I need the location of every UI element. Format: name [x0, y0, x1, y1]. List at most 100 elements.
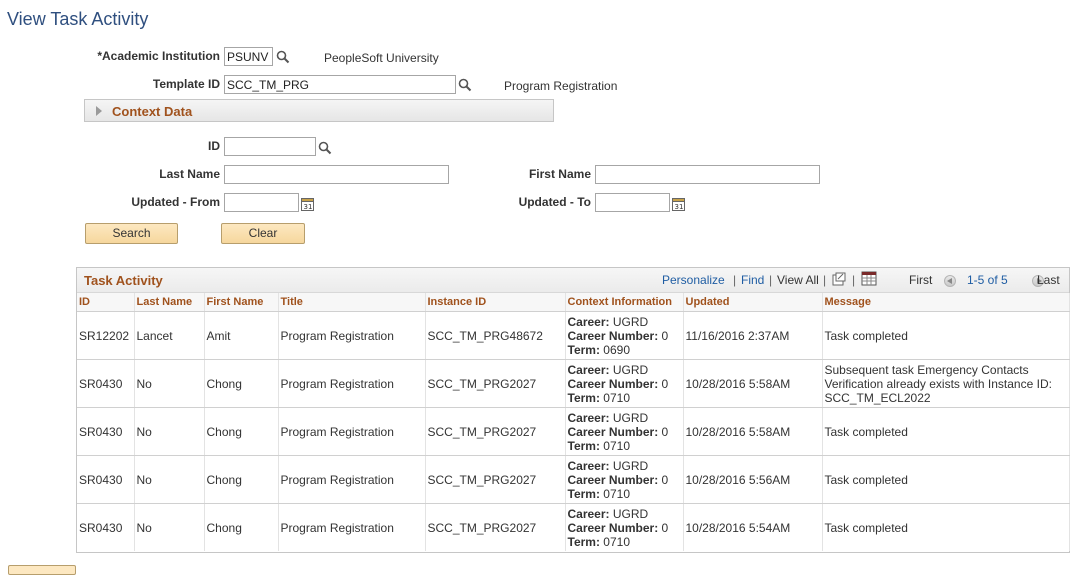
- career-value: UGRD: [612, 410, 649, 425]
- first-page-link[interactable]: First: [909, 273, 932, 287]
- bottom-button-partial[interactable]: [8, 565, 76, 575]
- career-label: Career:: [567, 458, 610, 473]
- cell-instance-id-link[interactable]: SCC_TM_PRG2027: [425, 407, 566, 456]
- career-value: UGRD: [612, 458, 649, 473]
- clear-button[interactable]: Clear: [221, 223, 305, 244]
- academic-institution-label: *Academic Institution: [97, 49, 220, 63]
- last-name-input[interactable]: [224, 165, 449, 184]
- cell-last-name: No: [134, 455, 205, 504]
- cell-id: SR0430: [77, 359, 135, 408]
- cell-id: SR0430: [77, 455, 135, 504]
- row-range: 1-5 of 5: [967, 273, 1008, 287]
- updated-to-calendar-icon[interactable]: 31: [672, 197, 685, 211]
- page-title: View Task Activity: [7, 9, 149, 29]
- career-number-value: 0: [661, 328, 669, 343]
- search-button[interactable]: Search: [85, 223, 178, 244]
- column-header-last-name[interactable]: Last Name: [134, 293, 205, 312]
- updated-to-input[interactable]: [595, 193, 670, 212]
- cell-instance-id-link[interactable]: SCC_TM_PRG2027: [425, 359, 566, 408]
- id-label: ID: [208, 139, 220, 153]
- career-number-label: Career Number:: [567, 376, 659, 391]
- cell-first-name: Chong: [204, 407, 279, 456]
- template-id-lookup-icon[interactable]: [458, 78, 472, 92]
- download-spreadsheet-icon[interactable]: [861, 271, 877, 286]
- cell-title-link[interactable]: Program Registration: [278, 311, 426, 360]
- table-row: SR0430 No Chong Program Registration SCC…: [77, 359, 1070, 408]
- term-value: 0710: [603, 438, 630, 453]
- career-number-value: 0: [661, 424, 669, 439]
- term-label: Term:: [567, 438, 600, 453]
- term-value: 0690: [603, 342, 630, 357]
- template-id-input[interactable]: SCC_TM_PRG: [224, 75, 456, 94]
- context-data-section-toggle[interactable]: Context Data: [84, 99, 554, 122]
- template-id-description: Program Registration: [504, 79, 618, 93]
- separator: |: [769, 273, 773, 287]
- id-input[interactable]: [224, 137, 316, 156]
- cell-context-information: Career: UGRD Career Number: 0 Term: 0710: [565, 455, 684, 504]
- updated-from-label: Updated - From: [131, 195, 220, 209]
- table-row: SR0430 No Chong Program Registration SCC…: [77, 503, 1070, 551]
- cell-message: Task completed: [822, 407, 1070, 456]
- cell-context-information: Career: UGRD Career Number: 0 Term: 0690: [565, 311, 684, 360]
- grid-title: Task Activity: [84, 273, 163, 288]
- column-header-message[interactable]: Message: [822, 293, 1070, 312]
- task-activity-grid: Task Activity Personalize | Find | View …: [76, 267, 1070, 553]
- cell-last-name: No: [134, 503, 205, 551]
- template-id-label: Template ID: [152, 77, 220, 91]
- academic-institution-lookup-icon[interactable]: [276, 50, 290, 64]
- cell-updated: 11/16/2016 2:37AM: [683, 311, 823, 360]
- id-lookup-icon[interactable]: [318, 141, 332, 155]
- personalize-link[interactable]: Personalize: [662, 273, 725, 287]
- career-number-label: Career Number:: [567, 472, 659, 487]
- new-window-icon[interactable]: [832, 272, 846, 286]
- career-number-label: Career Number:: [567, 520, 659, 535]
- updated-from-input[interactable]: [224, 193, 299, 212]
- career-value: UGRD: [612, 314, 649, 329]
- cell-title-link[interactable]: Program Registration: [278, 455, 426, 504]
- cell-first-name: Chong: [204, 359, 279, 408]
- expand-triangle-icon: [96, 106, 102, 116]
- table-header-row: ID Last Name First Name Title Instance I…: [77, 293, 1070, 312]
- cell-instance-id-link[interactable]: SCC_TM_PRG48672: [425, 311, 566, 360]
- table-row: SR0430 No Chong Program Registration SCC…: [77, 407, 1070, 456]
- updated-from-calendar-icon[interactable]: 31: [301, 197, 314, 211]
- table-row: SR0430 No Chong Program Registration SCC…: [77, 455, 1070, 504]
- last-page-link[interactable]: Last: [1037, 273, 1060, 287]
- cell-last-name: No: [134, 359, 205, 408]
- cell-context-information: Career: UGRD Career Number: 0 Term: 0710: [565, 407, 684, 456]
- cell-first-name: Chong: [204, 503, 279, 551]
- column-header-title[interactable]: Title: [278, 293, 426, 312]
- previous-page-icon[interactable]: [944, 274, 956, 287]
- term-label: Term:: [567, 534, 600, 549]
- career-number-value: 0: [661, 376, 669, 391]
- career-number-label: Career Number:: [567, 328, 659, 343]
- first-name-label: First Name: [528, 167, 591, 181]
- cell-context-information: Career: UGRD Career Number: 0 Term: 0710: [565, 359, 684, 408]
- column-header-id[interactable]: ID: [77, 293, 135, 312]
- cell-updated: 10/28/2016 5:58AM: [683, 359, 823, 408]
- career-label: Career:: [567, 410, 610, 425]
- separator: |: [852, 273, 856, 287]
- column-header-context-information[interactable]: Context Information: [565, 293, 684, 312]
- career-label: Career:: [567, 506, 610, 521]
- first-name-input[interactable]: [595, 165, 820, 184]
- cell-updated: 10/28/2016 5:56AM: [683, 455, 823, 504]
- column-header-updated[interactable]: Updated: [683, 293, 823, 312]
- column-header-first-name[interactable]: First Name: [204, 293, 279, 312]
- cell-instance-id-link[interactable]: SCC_TM_PRG2027: [425, 455, 566, 504]
- cell-instance-id-link[interactable]: SCC_TM_PRG2027: [425, 503, 566, 551]
- career-number-value: 0: [661, 472, 669, 487]
- separator: |: [823, 273, 827, 287]
- column-header-instance-id[interactable]: Instance ID: [425, 293, 566, 312]
- career-number-label: Career Number:: [567, 424, 659, 439]
- cell-updated: 10/28/2016 5:54AM: [683, 503, 823, 551]
- view-all-link[interactable]: View All: [777, 273, 819, 287]
- career-number-value: 0: [661, 520, 669, 535]
- context-data-label: Context Data: [112, 104, 193, 119]
- cell-title-link[interactable]: Program Registration: [278, 503, 426, 551]
- find-link[interactable]: Find: [741, 273, 764, 287]
- cell-updated: 10/28/2016 5:58AM: [683, 407, 823, 456]
- cell-title-link[interactable]: Program Registration: [278, 359, 426, 408]
- cell-title-link[interactable]: Program Registration: [278, 407, 426, 456]
- academic-institution-input[interactable]: PSUNV: [224, 47, 273, 66]
